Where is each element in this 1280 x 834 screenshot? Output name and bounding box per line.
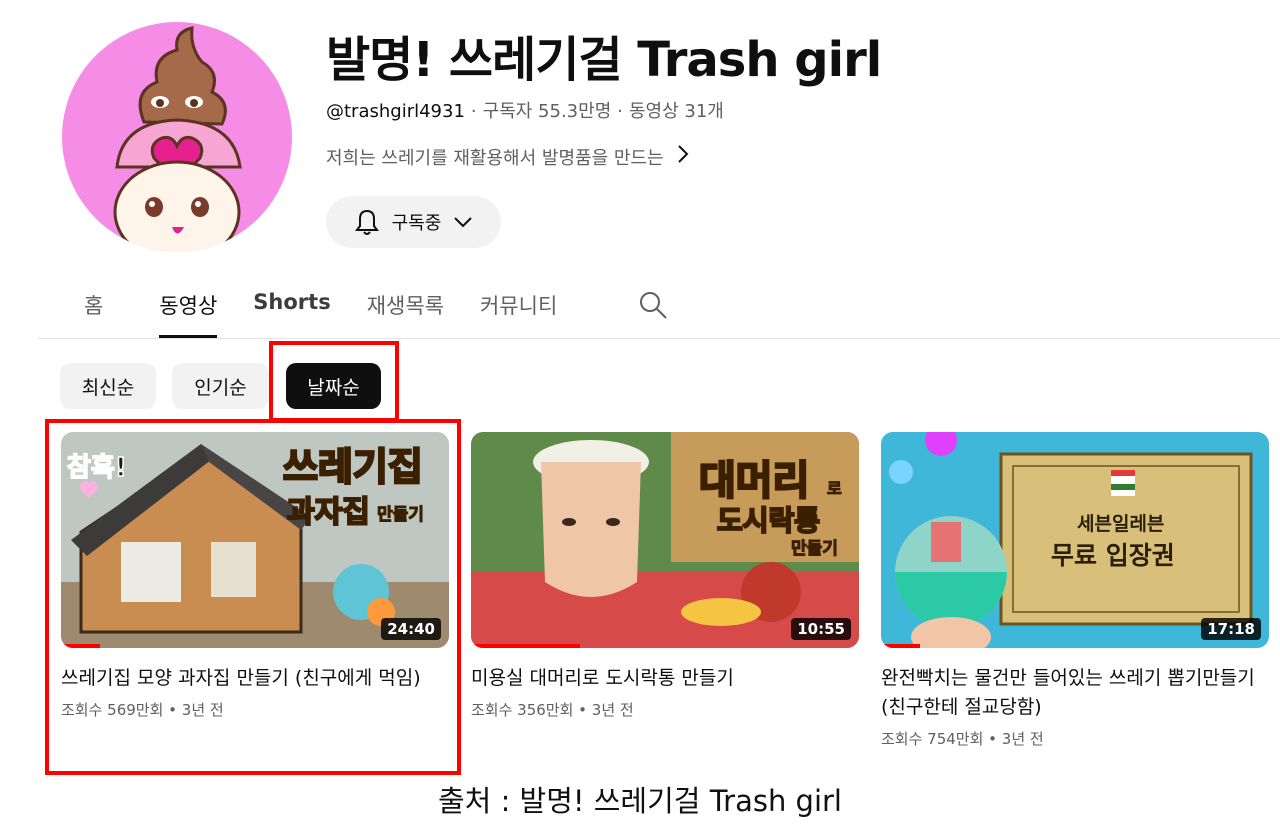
channel-meta: @trashgirl4931 · 구독자 55.3만명 · 동영상 31개	[326, 101, 724, 122]
thumbnail-art: 대머리 로 도시락통 만들기	[471, 432, 859, 648]
channel-description[interactable]: 저희는 쓰레기를 재활용해서 발명품을 만드는	[326, 144, 690, 170]
thumb-text-4: 만들기	[791, 539, 838, 559]
tab-playlists[interactable]: 재생목록	[367, 278, 444, 338]
thumb-text-1: 대머리	[699, 458, 809, 504]
chevron-down-icon	[453, 215, 473, 229]
video-thumbnail[interactable]: 대머리 로 도시락통 만들기 10:55	[471, 432, 859, 648]
video-card[interactable]: 대머리 로 도시락통 만들기 10:55 미용실 대머리로 도시락통 만들기 조…	[471, 432, 859, 720]
search-icon[interactable]	[638, 290, 668, 320]
thumb-text-1: 세븐일레븐	[1077, 513, 1164, 535]
chip-popular[interactable]: 인기순	[172, 363, 269, 409]
thumbnail-art: 세븐일레븐 무료 입장권	[881, 432, 1269, 648]
chevron-right-icon	[676, 144, 690, 170]
channel-title: 발명! 쓰레기걸 Trash girl	[326, 32, 882, 88]
source-caption: 출처 : 발명! 쓰레기걸 Trash girl	[437, 784, 842, 818]
description-text: 저희는 쓰레기를 재활용해서 발명품을 만드는	[326, 148, 664, 169]
tab-videos[interactable]: 동영상	[159, 278, 217, 338]
watch-progress-bar	[881, 644, 920, 648]
thumb-text-2: 로	[827, 479, 842, 498]
subscribe-label: 구독중	[391, 213, 442, 234]
video-age: 3년 전	[591, 701, 634, 719]
video-views: 조회수 754만회	[881, 730, 984, 748]
tab-community[interactable]: 커뮤니티	[480, 278, 557, 338]
tab-shorts[interactable]: Shorts	[253, 278, 330, 338]
watch-progress-bar	[471, 644, 580, 648]
subscriber-count: 구독자 55.3만명	[482, 101, 612, 122]
thumb-text-2: 무료 입장권	[1051, 541, 1175, 570]
video-views: 조회수 356만회	[471, 701, 574, 719]
video-duration: 10:55	[791, 618, 851, 640]
tab-home[interactable]: 홈	[84, 278, 103, 338]
video-title[interactable]: 미용실 대머리로 도시락통 만들기	[471, 664, 859, 693]
video-meta: 조회수 754만회 • 3년 전	[881, 730, 1044, 748]
highlight-box-chip	[269, 341, 399, 422]
video-card[interactable]: 세븐일레븐 무료 입장권 17:18 완전빡치는 물건만 들어있는 쓰레기 뽑기…	[881, 432, 1269, 749]
video-meta: 조회수 356만회 • 3년 전	[471, 701, 634, 719]
video-age: 3년 전	[1001, 730, 1044, 748]
thumb-text-3: 도시락통	[717, 504, 820, 537]
video-duration: 17:18	[1201, 618, 1261, 640]
highlight-box-video	[45, 419, 461, 775]
channel-tabs: 홈 동영상 Shorts 재생목록 커뮤니티	[60, 278, 593, 338]
trash-girl-avatar-art	[113, 26, 242, 252]
channel-handle: @trashgirl4931	[326, 101, 465, 122]
channel-avatar[interactable]	[62, 22, 292, 252]
video-thumbnail[interactable]: 세븐일레븐 무료 입장권 17:18	[881, 432, 1269, 648]
bell-icon	[354, 208, 380, 236]
chip-latest[interactable]: 최신순	[60, 363, 156, 409]
subscribe-button[interactable]: 구독중	[326, 196, 501, 248]
video-count: 동영상 31개	[629, 101, 724, 122]
tabs-divider	[38, 338, 1280, 339]
video-title[interactable]: 완전빡치는 물건만 들어있는 쓰레기 뽑기만들기 (친구한테 절교당함)	[881, 664, 1269, 722]
